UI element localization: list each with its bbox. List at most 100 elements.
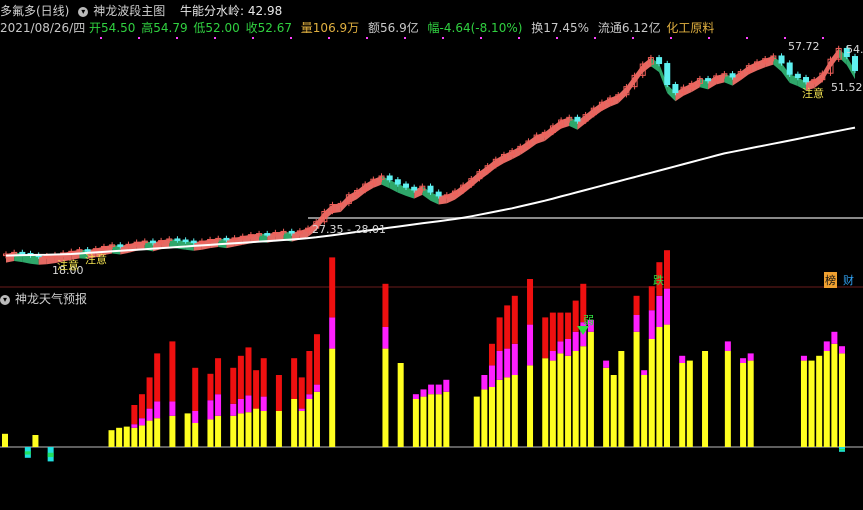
- label-finance[interactable]: 财: [843, 272, 854, 288]
- weather-bar-yellow: [412, 399, 419, 447]
- weather-bar-magenta: [504, 348, 511, 378]
- weather-bar-red: [154, 353, 161, 402]
- ribbon-segment: [708, 75, 717, 90]
- weather-bar-yellow: [610, 375, 617, 447]
- weather-bar-yellow: [245, 412, 252, 447]
- ribbon-segment: [601, 97, 611, 111]
- weather-bar-magenta: [831, 331, 838, 344]
- weather-bar-magenta: [481, 375, 488, 390]
- ribbon-segment: [357, 184, 366, 200]
- candle-body: [778, 55, 785, 64]
- top-marker-dot: [784, 37, 786, 39]
- weather-bar-magenta: [138, 418, 145, 426]
- weather-bar-magenta: [245, 395, 252, 413]
- weather-bar-magenta: [740, 358, 747, 363]
- top-marker-dot: [176, 37, 178, 39]
- top-marker-dot: [632, 37, 634, 39]
- weather-bar-yellow: [496, 379, 503, 447]
- top-marker-dot: [480, 37, 482, 39]
- weather-bar-magenta: [260, 396, 267, 411]
- weather-bar-magenta: [511, 343, 518, 375]
- weather-bar-yellow: [549, 360, 556, 447]
- candle-body: [386, 175, 393, 181]
- ribbon-segment: [348, 190, 358, 204]
- weather-bar-red: [527, 279, 534, 325]
- candle-body: [174, 238, 181, 241]
- weather-bar-magenta: [420, 389, 427, 397]
- weather-bar-yellow: [633, 331, 640, 447]
- weather-bar-red: [565, 312, 572, 339]
- weather-bar-red: [313, 334, 320, 385]
- top-marker-dot: [404, 37, 406, 39]
- label-hot[interactable]: 榜: [824, 272, 837, 288]
- top-marker-dot: [708, 37, 710, 39]
- weather-bar-yellow: [572, 351, 579, 447]
- weather-bar-magenta: [549, 351, 556, 361]
- weather-bar-yellow: [184, 413, 191, 447]
- weather-bar-yellow: [253, 408, 260, 447]
- weather-bar-red: [306, 351, 313, 395]
- weather-bar-red: [215, 358, 222, 395]
- top-marker-dot: [290, 37, 292, 39]
- weather-bar-magenta: [823, 341, 830, 351]
- weather-bar-yellow: [473, 396, 480, 447]
- weather-bar-magenta: [215, 394, 222, 416]
- weather-bar-yellow: [291, 399, 298, 447]
- weather-bar-red: [382, 283, 389, 327]
- weather-bar-yellow: [724, 351, 731, 447]
- weather-bar-yellow: [382, 348, 389, 447]
- weather-bar-yellow: [488, 387, 495, 447]
- top-marker-dot: [746, 37, 748, 39]
- weather-bar-yellow: [428, 394, 435, 447]
- weather-bar-yellow: [260, 411, 267, 447]
- weather-bar-yellow: [603, 367, 610, 447]
- weather-bar-yellow: [116, 427, 123, 447]
- weather-bar-magenta: [169, 401, 176, 416]
- weather-bar-magenta: [648, 310, 655, 339]
- candle-body: [574, 116, 581, 122]
- label-weak: 弱: [583, 314, 594, 327]
- ribbon-segment: [626, 75, 635, 96]
- ribbon-segment: [830, 48, 839, 68]
- chart-window: { "header": { "stock_name": "多氟多(日线)", "…: [0, 0, 863, 510]
- weather-bar-yellow: [702, 351, 709, 447]
- weather-bar-magenta: [382, 327, 389, 349]
- weather-bar-red: [549, 312, 556, 351]
- weather-bar-yellow: [215, 415, 222, 447]
- weather-bar-red: [146, 377, 153, 409]
- weather-bar-red: [633, 295, 640, 315]
- weather-bar-magenta: [298, 408, 305, 411]
- top-marker-dot: [822, 37, 824, 39]
- weather-bar-yellow: [138, 425, 145, 447]
- weather-bar-red: [237, 355, 244, 399]
- weather-bar-magenta: [428, 384, 435, 395]
- ribbon-segment: [757, 58, 766, 71]
- top-marker-dot: [100, 37, 102, 39]
- weather-bar-magenta: [663, 288, 670, 325]
- candle-body: [664, 63, 671, 86]
- weather-bar-red: [131, 405, 138, 425]
- weather-bar-yellow: [169, 415, 176, 447]
- weather-bar-magenta: [154, 401, 161, 419]
- ribbon-segment: [683, 83, 692, 96]
- ribbon-segment: [446, 191, 455, 204]
- weather-bar-yellow: [420, 396, 427, 447]
- weather-bar-yellow: [557, 353, 564, 447]
- candle-body: [672, 84, 679, 94]
- weather-bar-magenta: [565, 339, 572, 356]
- weather-bar-red: [230, 367, 237, 404]
- label-attention-2: 注意: [85, 253, 107, 266]
- weather-bar-yellow: [443, 391, 450, 447]
- ribbon-segment: [561, 117, 570, 129]
- weather-bar-magenta: [633, 315, 640, 332]
- weather-bar-red: [557, 312, 564, 342]
- weather-bar-red: [260, 358, 267, 397]
- weather-bar-red: [329, 257, 336, 318]
- candle-body: [117, 244, 124, 247]
- ribbon-segment: [454, 185, 464, 200]
- weather-bar-magenta: [679, 355, 686, 363]
- ribbon-segment: [822, 59, 831, 82]
- weather-bar-yellow: [154, 418, 161, 447]
- weather-bar-yellow: [275, 411, 282, 447]
- weather-bar-red: [511, 295, 518, 344]
